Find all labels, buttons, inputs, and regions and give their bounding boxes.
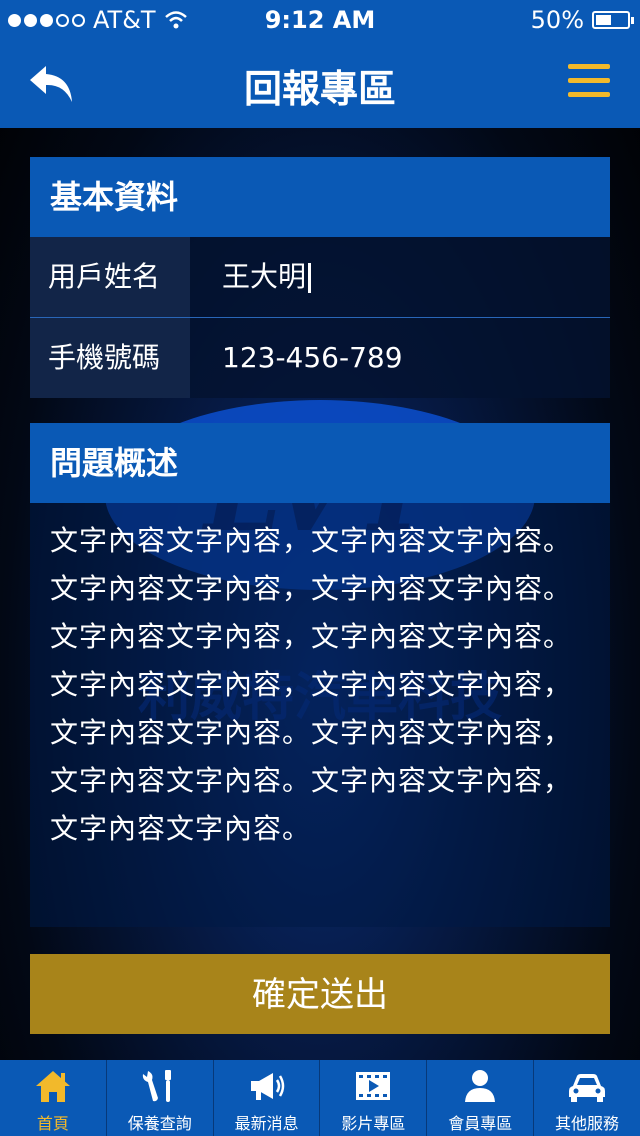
description-section: 問題概述 文字內容文字內容，文字內容文字內容。文字內容文字內容，文字內容文字內容…	[30, 423, 610, 927]
nav-bar: 回報專區	[0, 40, 640, 128]
tab-bar: 首頁 保養查詢 最新消息 影片專區 會員專區 其他服務	[0, 1060, 640, 1136]
tab-label-maintenance: 保養查詢	[127, 1114, 192, 1133]
car-icon	[569, 1074, 606, 1102]
battery-percent: 50%	[530, 6, 584, 34]
battery-icon	[592, 11, 634, 29]
home-icon	[35, 1071, 70, 1102]
phone-field[interactable]: 123-456-789	[190, 318, 610, 398]
person-icon	[465, 1070, 496, 1102]
phone-label: 手機號碼	[30, 318, 190, 398]
tab-label-video: 影片專區	[341, 1114, 406, 1133]
page-title: 回報專區	[243, 67, 396, 111]
tab-label-home: 首頁	[36, 1114, 69, 1133]
name-field[interactable]: 王大明	[190, 237, 610, 317]
tab-maintenance[interactable]: 保養查詢	[107, 1060, 214, 1136]
submit-button[interactable]: 確定送出	[30, 954, 610, 1034]
megaphone-icon	[250, 1073, 284, 1100]
tab-news[interactable]: 最新消息	[214, 1060, 321, 1136]
description-textarea[interactable]: 文字內容文字內容，文字內容文字內容。文字內容文字內容，文字內容文字內容。文字內容…	[30, 503, 610, 927]
name-label: 用戶姓名	[30, 237, 190, 317]
phone-row: 手機號碼 123-456-789	[30, 317, 610, 398]
basic-info-section: 基本資料 用戶姓名 王大明 手機號碼 123-456-789	[30, 157, 610, 398]
name-row: 用戶姓名 王大明	[30, 237, 610, 317]
status-bar: AT&T 9:12 AM 50%	[0, 0, 640, 40]
video-icon	[356, 1072, 391, 1100]
description-header: 問題概述	[30, 423, 610, 503]
tab-video[interactable]: 影片專區	[320, 1060, 428, 1136]
name-value: 王大明	[222, 260, 307, 293]
menu-icon[interactable]	[568, 64, 610, 98]
text-cursor	[308, 263, 312, 293]
tools-icon	[142, 1070, 171, 1102]
tab-member[interactable]: 會員專區	[427, 1060, 535, 1136]
tab-home[interactable]: 首頁	[0, 1060, 107, 1136]
tab-label-news: 最新消息	[234, 1114, 299, 1133]
basic-info-header: 基本資料	[30, 157, 610, 237]
status-right: 50%	[530, 6, 634, 34]
tab-label-member: 會員專區	[448, 1114, 513, 1133]
tab-label-other: 其他服務	[555, 1114, 620, 1133]
tab-other[interactable]: 其他服務	[534, 1060, 640, 1136]
